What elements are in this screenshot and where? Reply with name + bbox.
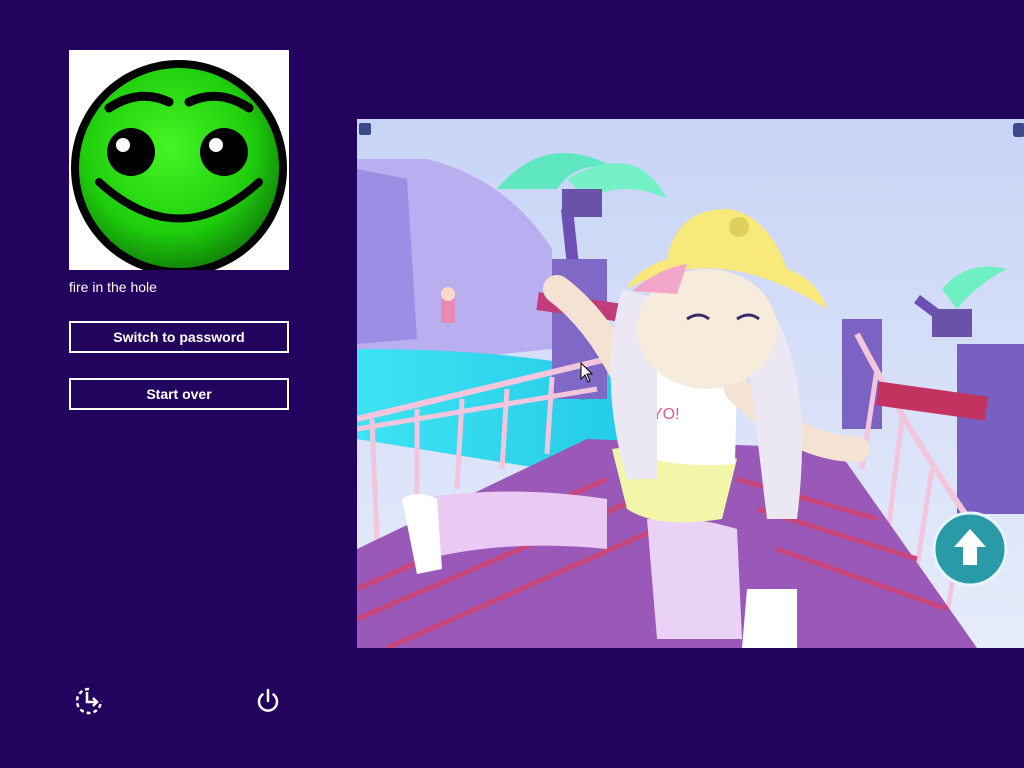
user-avatar bbox=[69, 50, 289, 270]
picture-password-image[interactable]: YO! bbox=[357, 119, 1024, 648]
ease-of-access-icon[interactable] bbox=[74, 686, 104, 716]
mouse-pointer-icon bbox=[580, 362, 594, 383]
start-over-button[interactable]: Start over bbox=[69, 378, 289, 410]
username-label: fire in the hole bbox=[69, 279, 157, 295]
power-icon[interactable] bbox=[253, 686, 283, 716]
switch-to-password-button[interactable]: Switch to password bbox=[69, 321, 289, 353]
lock-screen: fire in the hole Switch to password Star… bbox=[0, 0, 1024, 768]
green-smiley-face-icon bbox=[71, 60, 287, 270]
